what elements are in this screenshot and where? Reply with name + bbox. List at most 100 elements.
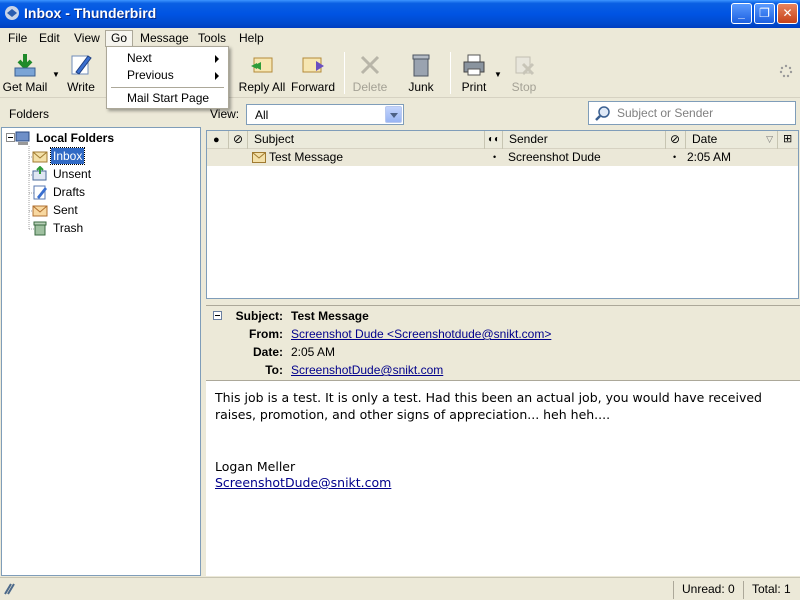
junk-label: Junk	[408, 80, 434, 94]
title-bar[interactable]: Inbox - Thunderbird _ ❐ ✕	[0, 0, 800, 28]
submenu-arrow-icon	[215, 72, 219, 80]
stop-button[interactable]: Stop	[508, 50, 540, 96]
from-label: From:	[249, 327, 283, 341]
menu-help[interactable]: Help	[234, 30, 269, 47]
get-mail-dropdown[interactable]: ▼	[48, 50, 60, 96]
sent-icon	[32, 205, 48, 217]
go-menu-start-page-label: Mail Start Page	[127, 91, 210, 105]
paperclip-icon: ⊘	[233, 132, 244, 146]
from-link[interactable]: Screenshot Dude <Screenshotdude@snikt.co…	[291, 327, 551, 341]
print-button[interactable]: Print	[457, 50, 491, 96]
junk-trash-icon	[412, 54, 430, 77]
column-picker[interactable]: ⊞	[778, 131, 798, 149]
speech-bubble-icon: ●	[213, 134, 220, 146]
chevron-down-icon: ▼	[494, 70, 502, 79]
view-filter-value: All	[255, 108, 269, 122]
go-menu-dropdown: Next Previous Mail Start Page	[106, 46, 229, 109]
collapse-toggle[interactable]	[6, 133, 15, 142]
date-column[interactable]: Date ▽	[686, 131, 778, 149]
print-dropdown[interactable]: ▼	[490, 50, 502, 96]
read-column[interactable]: ◐◐	[485, 131, 503, 149]
thread-column[interactable]: ●	[207, 131, 229, 149]
unread-count: Unread: 0	[673, 581, 739, 599]
table-row[interactable]: Test Message • Screenshot Dude • 2:05 AM	[207, 149, 798, 166]
header-collapse-toggle[interactable]	[213, 311, 222, 320]
subject-column[interactable]: Subject	[248, 131, 485, 149]
junk-status-column[interactable]: ⊘	[666, 131, 686, 149]
write-button[interactable]: Write	[63, 50, 99, 96]
menu-tools[interactable]: Tools	[193, 30, 231, 47]
folder-label: Sent	[53, 203, 78, 217]
thread-pane[interactable]: ● ⊘ Subject ◐◐ Sender ⊘ Date ▽ ⊞ Test Me…	[206, 130, 799, 299]
message-header: Subject: Test Message From: Screenshot D…	[206, 305, 800, 379]
go-menu-previous[interactable]: Previous	[108, 67, 227, 84]
close-button[interactable]: ✕	[777, 3, 798, 24]
toolbar-separator	[344, 52, 345, 94]
to-label: To:	[265, 363, 283, 377]
delete-label: Delete	[352, 80, 388, 94]
sort-indicator-icon: ▽	[766, 134, 773, 144]
glasses-icon: ◐◐	[488, 134, 501, 145]
sender-column[interactable]: Sender	[503, 131, 666, 149]
window-title: Inbox - Thunderbird	[24, 5, 157, 21]
folder-pane[interactable]: Local Folders Inbox Unsent Drafts Sent T…	[1, 127, 201, 576]
view-filter-select[interactable]: All	[246, 104, 404, 125]
minimize-button[interactable]: _	[731, 3, 752, 24]
forward-button[interactable]: Forward	[291, 50, 335, 96]
activity-throbber-icon	[779, 64, 793, 78]
chevron-down-icon[interactable]	[385, 106, 402, 123]
go-menu-previous-label: Previous	[127, 68, 174, 82]
message-date: 2:05 AM	[687, 150, 732, 164]
junk-dot-icon: •	[673, 152, 677, 162]
sender-column-label: Sender	[509, 132, 548, 146]
write-pencil-icon	[71, 55, 92, 75]
junk-status-icon: ⊘	[670, 132, 681, 146]
go-menu-next[interactable]: Next	[108, 50, 227, 67]
get-mail-icon	[14, 54, 36, 77]
delete-x-icon	[360, 55, 380, 75]
menu-bar: File Edit View Go Message Tools Help	[0, 28, 800, 48]
reply-all-label: Reply All	[238, 80, 286, 94]
column-picker-icon: ⊞	[783, 133, 793, 145]
print-label: Print	[461, 80, 487, 94]
to-link[interactable]: ScreenshotDude@snikt.com	[291, 363, 443, 377]
menu-go[interactable]: Go	[105, 30, 134, 47]
total-count: Total: 1	[743, 581, 800, 599]
view-label: View:	[210, 107, 240, 121]
submenu-arrow-icon	[215, 55, 219, 63]
get-mail-button[interactable]: Get Mail	[2, 50, 48, 96]
subject-label: Subject:	[235, 309, 283, 323]
printer-icon	[463, 54, 485, 76]
junk-button[interactable]: Junk	[404, 50, 438, 96]
thunderbird-app-icon	[5, 6, 19, 20]
menu-view[interactable]: View	[69, 30, 105, 47]
message-body[interactable]: This job is a test. It is only a test. H…	[206, 380, 800, 576]
go-menu-mail-start-page[interactable]: Mail Start Page	[108, 90, 227, 107]
header-subject-value: Test Message	[291, 309, 369, 323]
signature-name: Logan Meller	[215, 459, 296, 474]
menu-edit[interactable]: Edit	[34, 30, 65, 47]
unsent-icon	[32, 166, 47, 181]
header-date-value: 2:05 AM	[291, 345, 336, 359]
menu-message[interactable]: Message	[135, 30, 194, 47]
status-bar: Unread: 0 Total: 1	[0, 577, 800, 600]
search-input[interactable]: Subject or Sender	[588, 101, 796, 125]
online-status-icon[interactable]	[2, 581, 20, 597]
attachment-column[interactable]: ⊘	[229, 131, 248, 149]
reply-all-icon	[251, 57, 273, 73]
message-body-text: This job is a test. It is only a test. H…	[215, 390, 762, 422]
thread-column-header: ● ⊘ Subject ◐◐ Sender ⊘ Date ▽ ⊞	[207, 131, 798, 149]
menu-file[interactable]: File	[3, 30, 32, 47]
forward-icon	[302, 57, 324, 73]
subject-column-label: Subject	[254, 132, 295, 146]
folder-label: Unsent	[53, 167, 92, 181]
envelope-icon	[252, 152, 266, 163]
message-subject: Test Message	[269, 150, 344, 164]
drafts-icon	[33, 185, 47, 200]
delete-button[interactable]: Delete	[350, 50, 390, 96]
signature-email-link[interactable]: ScreenshotDude@snikt.com	[215, 474, 391, 491]
go-menu-next-label: Next	[127, 51, 152, 65]
reply-all-button[interactable]: Reply All	[238, 50, 286, 96]
maximize-button[interactable]: ❐	[754, 3, 775, 24]
read-dot-icon: •	[493, 152, 497, 162]
